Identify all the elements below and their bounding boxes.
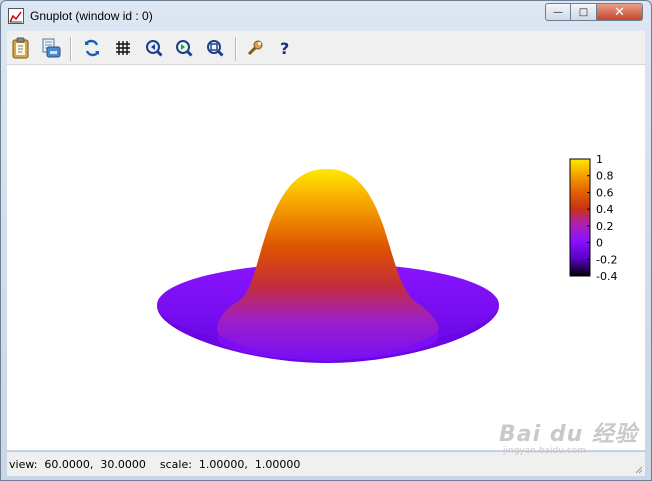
options-wrench-icon (247, 40, 263, 56)
help-icon: ? (280, 39, 289, 57)
grid-icon (116, 41, 130, 55)
watermark-main: Bai du 经验 (499, 422, 638, 447)
maximize-button[interactable]: □ (571, 3, 597, 21)
svg-text:?: ? (280, 39, 289, 57)
sombrero-surface (157, 169, 499, 363)
surface-plot: 1 0.8 0.6 0.4 0.2 0 -0.2 -0.4 (157, 153, 617, 363)
color-box-tick-label: -0.4 (596, 270, 617, 283)
help-button[interactable]: ? (275, 37, 297, 59)
title-bar[interactable]: Gnuplot (window id : 0) — □ ✕ (1, 1, 651, 31)
gnuplot-app-icon (8, 8, 24, 24)
color-box-tick-label: 0 (596, 237, 603, 250)
replot-icon (85, 39, 99, 57)
maximize-icon: □ (578, 6, 589, 18)
minimize-button[interactable]: — (545, 3, 571, 21)
toggle-grid-button[interactable] (112, 37, 134, 59)
toolbar-separator (70, 37, 72, 61)
resize-grip-icon[interactable] (633, 464, 643, 474)
print-icon (42, 38, 61, 58)
color-box-tick-label: 0.6 (596, 186, 614, 199)
status-text: view: 60.0000, 30.0000 scale: 1.00000, 1… (9, 458, 301, 471)
color-box-tick-label: 1 (596, 153, 603, 166)
color-box-bar (569, 158, 591, 277)
replot-button[interactable] (81, 37, 103, 59)
copy-to-clipboard-button[interactable] (10, 37, 32, 59)
toolbar-separator (235, 37, 237, 61)
zoom-previous-icon (146, 40, 163, 57)
color-box-tick-label: 0.4 (596, 203, 614, 216)
color-box-tick-label: 0.2 (596, 220, 614, 233)
gnuplot-window: Gnuplot (window id : 0) — □ ✕ ? 1 0.8 0.… (0, 0, 652, 481)
watermark-logo: Bai du 经验 jingyan.baidu.com (499, 416, 638, 456)
color-box-tick-label: -0.2 (596, 253, 617, 266)
unzoom-icon (207, 40, 224, 57)
color-box-tick-label: 0.8 (596, 170, 614, 183)
zoom-next-icon (176, 40, 193, 57)
plot-area[interactable]: 1 0.8 0.6 0.4 0.2 0 -0.2 -0.4 (7, 65, 645, 450)
watermark-sub: jingyan.baidu.com (503, 446, 587, 456)
clipboard-icon (12, 37, 29, 59)
toolbar: ? (7, 31, 645, 65)
color-box: 1 0.8 0.6 0.4 0.2 0 -0.2 -0.4 (569, 153, 617, 283)
surface-peak (217, 169, 439, 358)
unzoom-button[interactable] (204, 37, 226, 59)
zoom-next-button[interactable] (173, 37, 195, 59)
close-button[interactable]: ✕ (597, 3, 643, 21)
zoom-previous-button[interactable] (143, 37, 165, 59)
options-button[interactable] (244, 37, 266, 59)
minimize-icon: — (553, 6, 563, 18)
print-button[interactable] (40, 37, 62, 59)
window-title: Gnuplot (window id : 0) (30, 9, 153, 23)
close-icon: ✕ (614, 4, 625, 20)
color-box-ticks: 1 0.8 0.6 0.4 0.2 0 -0.2 -0.4 (587, 153, 617, 283)
